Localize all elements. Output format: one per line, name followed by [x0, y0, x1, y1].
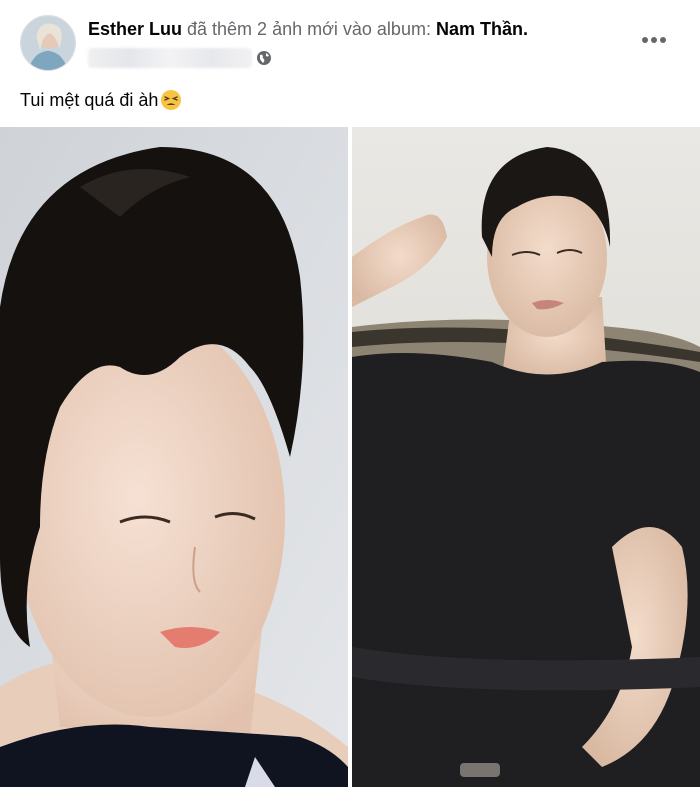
- more-horizontal-icon: [642, 37, 666, 43]
- album-photo-1[interactable]: [0, 127, 348, 787]
- portrait-photo-left: [0, 127, 348, 787]
- portrait-photo-right: [352, 127, 700, 787]
- photo-grid: [0, 127, 700, 787]
- feed-post: Esther Luu đã thêm 2 ảnh mới vào album: …: [0, 0, 700, 787]
- blurred-timestamp[interactable]: [88, 48, 252, 68]
- post-title: Esther Luu đã thêm 2 ảnh mới vào album: …: [88, 17, 528, 41]
- author-avatar[interactable]: [20, 15, 76, 71]
- tired-face-emoji-icon: [161, 90, 182, 110]
- author-name[interactable]: Esther Luu: [88, 19, 182, 39]
- album-link[interactable]: Nam Thần.: [436, 19, 528, 39]
- more-options-button[interactable]: [638, 28, 670, 52]
- avatar-image: [21, 16, 75, 70]
- post-header: Esther Luu đã thêm 2 ảnh mới vào album: …: [0, 0, 700, 80]
- caption-text: Tui mệt quá đi àh: [20, 90, 159, 110]
- post-action-text: đã thêm 2 ảnh mới vào album:: [182, 19, 436, 39]
- album-photo-2[interactable]: [352, 127, 700, 787]
- post-meta: [88, 47, 272, 69]
- post-caption: Tui mệt quá đi àh: [20, 88, 182, 112]
- globe-icon: [257, 51, 271, 65]
